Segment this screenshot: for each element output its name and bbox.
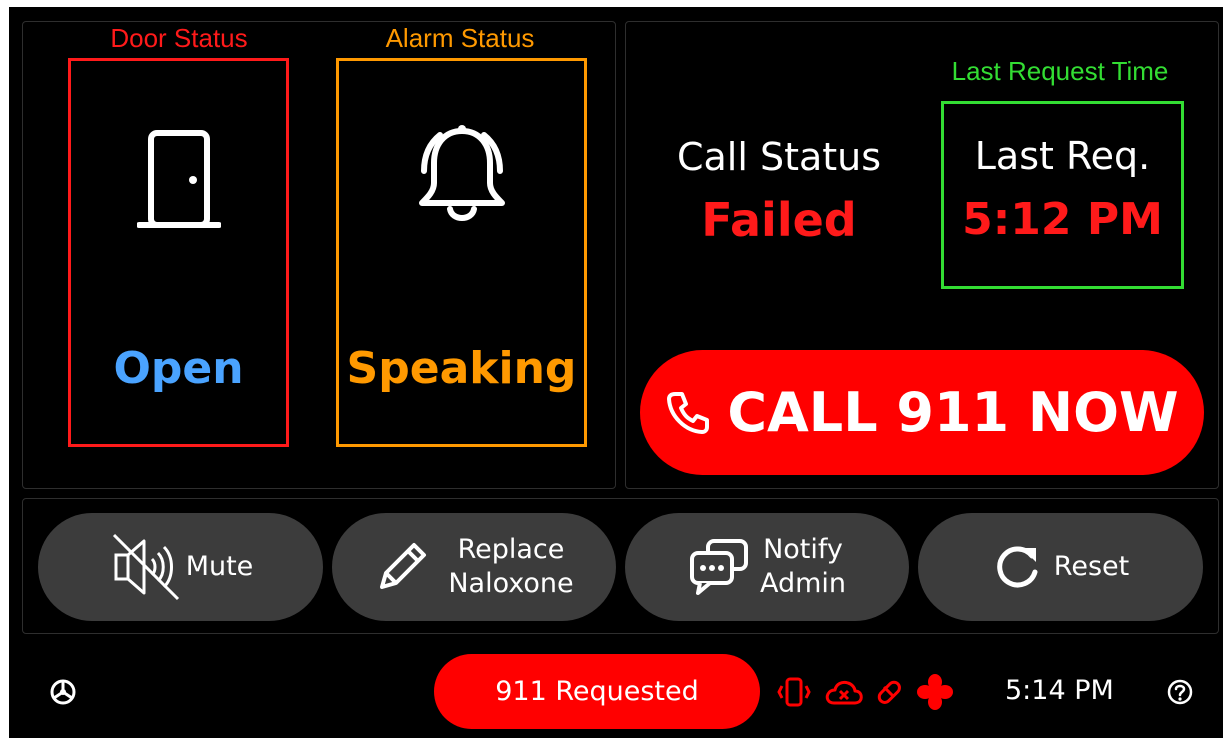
alarm-status-box: Speaking <box>336 58 587 447</box>
alarm-status-title: Alarm Status <box>385 23 535 53</box>
mute-label: Mute <box>185 551 254 582</box>
replace-naloxone-button[interactable]: Replace Naloxone <box>332 513 616 621</box>
call-status-label: Call Status <box>676 135 882 179</box>
pencil-icon <box>380 543 427 589</box>
bell-ringing-icon <box>418 125 505 221</box>
alarm-status-value: Speaking <box>346 343 577 394</box>
911-requested-label: 911 Requested <box>495 676 699 707</box>
kiosk-screen: Door Status Open Alarm Status Speaking C… <box>9 7 1223 738</box>
status-bar: 911 Requested 5:14 PM <box>9 647 1223 738</box>
notify-admin-button[interactable]: Notify Admin <box>625 513 909 621</box>
pill-icon <box>871 675 907 709</box>
call-911-button[interactable]: CALL 911 NOW <box>640 350 1204 475</box>
vibrate-icon <box>774 675 814 709</box>
last-request-value: 5:12 PM <box>962 194 1163 245</box>
notify-admin-label: Notify Admin <box>759 534 847 599</box>
last-request-label: Last Req. <box>974 134 1151 178</box>
fan-icon <box>915 673 955 711</box>
door-status-title: Door Status <box>110 23 248 53</box>
last-request-box: Last Req. 5:12 PM <box>941 101 1184 289</box>
status-clock: 5:14 PM <box>1005 675 1114 706</box>
reset-label: Reset <box>1053 551 1130 582</box>
last-request-title: Last Request Time <box>951 56 1169 86</box>
refresh-icon <box>997 546 1038 588</box>
mute-button[interactable]: Mute <box>38 513 323 621</box>
door-status-value: Open <box>113 343 244 394</box>
cloud-error-icon <box>823 676 865 708</box>
replace-naloxone-label: Replace Naloxone <box>448 534 574 599</box>
phone-icon <box>667 391 710 434</box>
call-status-value: Failed <box>701 193 857 247</box>
call-911-label: CALL 911 NOW <box>727 381 1179 444</box>
door-icon <box>136 130 221 228</box>
door-status-box: Open <box>68 58 289 447</box>
speaker-muted-icon <box>112 533 179 601</box>
help-icon[interactable] <box>1164 676 1196 708</box>
settings-icon[interactable] <box>47 676 79 708</box>
reset-button[interactable]: Reset <box>918 513 1203 621</box>
chat-bubbles-icon <box>689 539 748 595</box>
911-requested-pill[interactable]: 911 Requested <box>434 654 760 729</box>
